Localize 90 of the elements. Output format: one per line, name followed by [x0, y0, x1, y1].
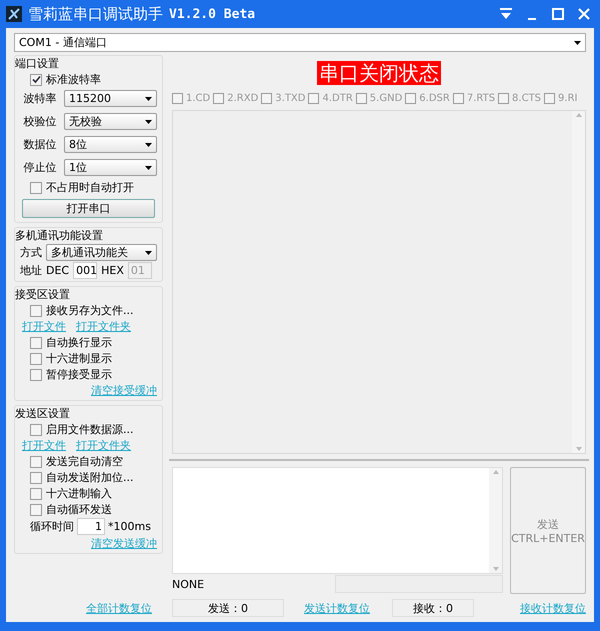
- link[interactable]: 打开文件: [22, 438, 66, 453]
- checkbox-label: 十六进制显示: [46, 351, 112, 366]
- checkbox-label: 启用文件数据源...: [46, 422, 134, 437]
- checkbox-label: 1.CD: [186, 93, 210, 104]
- link[interactable]: 清空发送缓冲: [91, 536, 157, 551]
- checkbox[interactable]: [30, 488, 42, 500]
- checkbox[interactable]: [30, 456, 42, 468]
- input-field[interactable]: 001: [73, 262, 98, 279]
- checkbox-label: 7.RTS: [466, 93, 496, 104]
- checkbox-label: 2.RXD: [227, 93, 258, 104]
- scroll-down-icon[interactable]: [576, 447, 582, 451]
- sent-counter: 发送：0: [172, 599, 284, 617]
- caret-icon: [574, 40, 581, 44]
- field-label: HEX: [101, 263, 124, 278]
- checkbox[interactable]: [213, 93, 224, 104]
- checkbox-label: 暂停接受显示: [46, 367, 112, 382]
- checkbox-label: 8.CTS: [512, 93, 542, 104]
- checkbox-label: 自动循环发送: [46, 502, 112, 517]
- field-label: 波特率: [22, 91, 58, 106]
- field-label: 方式: [20, 245, 42, 260]
- checkbox-label: 4.DTR: [322, 93, 353, 104]
- link[interactable]: 打开文件: [22, 319, 66, 334]
- checkbox[interactable]: [172, 93, 183, 104]
- field-label: 数据位: [22, 137, 58, 152]
- checkbox[interactable]: [30, 472, 42, 484]
- scroll-up-icon[interactable]: [492, 470, 498, 474]
- link[interactable]: 打开文件夹: [76, 319, 131, 334]
- dropdown[interactable]: 多机通讯功能关: [46, 244, 157, 261]
- field-label: 地址: [20, 263, 42, 278]
- caret-icon: [145, 250, 152, 254]
- checkbox-label: 自动换行显示: [46, 335, 112, 350]
- checkbox[interactable]: [30, 74, 42, 86]
- send-input[interactable]: [172, 467, 503, 574]
- group-title: 多机通讯功能设置: [15, 228, 104, 243]
- checkbox-label: 接收另存为文件...: [46, 303, 134, 318]
- group-title: 接受区设置: [15, 287, 71, 302]
- caret-icon: [145, 166, 152, 170]
- dropdown[interactable]: 8位: [64, 136, 157, 153]
- unit-label: *100ms: [108, 519, 151, 534]
- caret-icon: [145, 120, 152, 124]
- field-label: 循环时间: [30, 519, 74, 534]
- checkbox[interactable]: [30, 304, 42, 316]
- group-title: 端口设置: [15, 56, 60, 71]
- link[interactable]: 全部计数复位: [86, 600, 152, 616]
- checkbox[interactable]: [452, 93, 464, 104]
- link[interactable]: 清空接受缓冲: [91, 383, 157, 398]
- checkbox-label: 标准波特率: [46, 72, 101, 87]
- checkbox-label: 自动发送附加位...: [46, 470, 134, 485]
- caret-icon: [145, 96, 152, 100]
- link[interactable]: 打开文件夹: [76, 438, 131, 453]
- dropdown[interactable]: 1位: [64, 159, 157, 176]
- dropdown[interactable]: 115200: [64, 90, 157, 107]
- status-text: NONE: [172, 578, 204, 590]
- checkbox[interactable]: [30, 182, 42, 194]
- checkbox-label: 不占用时自动打开: [46, 180, 134, 195]
- field-label: 停止位: [22, 160, 58, 175]
- port-dropdown[interactable]: COM1 - 通信端口: [14, 33, 586, 52]
- received-counter: 接收：0: [392, 599, 474, 617]
- checkbox[interactable]: [30, 368, 42, 380]
- window-title: 雪莉蓝串口调试助手: [28, 4, 163, 24]
- scroll-down-icon[interactable]: [492, 567, 498, 571]
- status-banner: 串口关闭状态: [317, 61, 441, 85]
- input-field[interactable]: 1: [77, 518, 105, 535]
- checkbox-label: 发送完自动清空: [46, 454, 123, 469]
- link[interactable]: 接收计数复位: [520, 600, 586, 616]
- checkbox[interactable]: [356, 93, 367, 104]
- checkbox[interactable]: [30, 424, 42, 436]
- app-icon: [6, 6, 22, 22]
- field-label: DEC: [46, 263, 70, 278]
- open-port-button[interactable]: 打开串口: [22, 199, 155, 218]
- checkbox[interactable]: [30, 504, 42, 516]
- checkbox-label: 5.GND: [370, 93, 402, 104]
- checkbox[interactable]: [308, 93, 320, 104]
- checkbox[interactable]: [261, 93, 272, 104]
- checkbox[interactable]: [405, 93, 416, 104]
- checkbox[interactable]: [544, 93, 556, 104]
- checkbox-label: 6.DSR: [419, 93, 450, 104]
- group-title: 发送区设置: [15, 406, 71, 421]
- checkbox[interactable]: [498, 93, 510, 104]
- checkbox-label: 9.RI: [558, 93, 578, 104]
- checkbox-label: 十六进制输入: [46, 486, 112, 501]
- dropdown[interactable]: 无校验: [64, 113, 157, 130]
- version-label: V1.2.0 Beta: [169, 6, 256, 22]
- link[interactable]: 发送计数复位: [304, 600, 370, 616]
- checkbox-label: 3.TXD: [275, 93, 306, 104]
- scroll-up-icon[interactable]: [576, 113, 582, 117]
- checkbox[interactable]: [30, 352, 42, 364]
- caret-icon: [145, 142, 152, 146]
- field-label: 校验位: [22, 114, 58, 129]
- checkbox[interactable]: [30, 336, 42, 348]
